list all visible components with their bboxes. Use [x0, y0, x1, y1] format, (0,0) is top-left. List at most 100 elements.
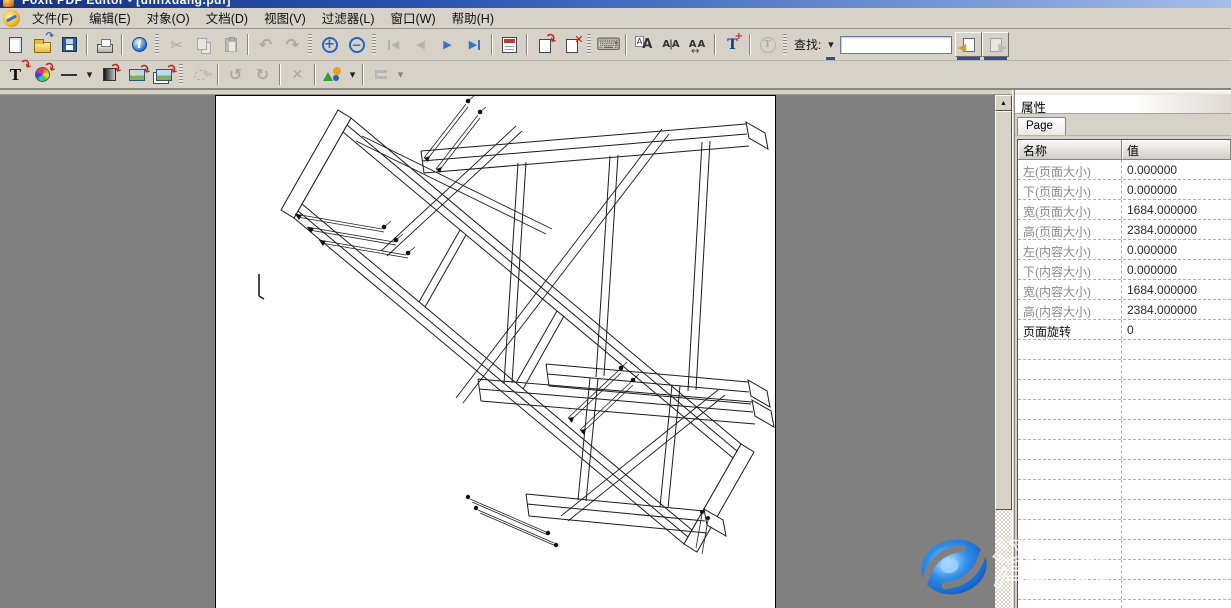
property-row-empty	[1018, 500, 1231, 520]
property-row-empty	[1018, 520, 1231, 540]
paste-button	[217, 32, 244, 57]
dropdown-arrow-button[interactable]	[346, 63, 359, 86]
menu-item-过滤器[interactable]: 过滤器(L)	[314, 10, 383, 28]
menu-item-文档[interactable]: 文档(D)	[198, 10, 256, 28]
property-value	[1122, 580, 1231, 599]
insert-page-button[interactable]	[531, 32, 558, 57]
property-value[interactable]: 0.000000	[1122, 160, 1231, 179]
clone-tool-icon	[192, 68, 208, 81]
app-logo-icon	[3, 10, 20, 27]
font-tool-button[interactable]	[630, 32, 657, 57]
next-page-button[interactable]	[434, 32, 461, 57]
property-value	[1122, 380, 1231, 399]
property-row-empty	[1018, 360, 1231, 380]
document-info-button[interactable]	[126, 32, 153, 57]
toolbar-separator	[714, 34, 716, 55]
find-dropdown-button[interactable]	[824, 32, 837, 57]
delete-page-button[interactable]	[558, 32, 585, 57]
panel-tabs: Page	[1015, 114, 1231, 136]
property-row: 下(内容大小)0.000000	[1018, 260, 1231, 280]
toolbar-grip[interactable]	[587, 34, 591, 55]
menu-item-编辑[interactable]: 编辑(E)	[81, 10, 139, 28]
menu-item-窗口[interactable]: 窗口(W)	[383, 10, 444, 28]
last-page-button[interactable]	[461, 32, 488, 57]
dropdown-arrow-icon	[825, 35, 836, 54]
scrollbar-track[interactable]	[995, 510, 1012, 608]
tab-page[interactable]: Page	[1017, 117, 1066, 135]
toolbar-grip[interactable]	[155, 34, 159, 55]
toolbar-grip[interactable]	[783, 34, 787, 55]
property-value[interactable]: 1684.000000	[1122, 280, 1231, 299]
toolbar-grip[interactable]	[308, 34, 312, 55]
keyboard-button[interactable]	[595, 32, 622, 57]
rotate-left-button	[222, 63, 249, 86]
find-input[interactable]	[840, 36, 952, 54]
find-previous-button[interactable]	[955, 32, 982, 57]
toolbar-separator	[86, 34, 88, 55]
toolbar-grip[interactable]	[372, 34, 376, 55]
column-header-name[interactable]: 名称	[1018, 140, 1122, 160]
line-width-button[interactable]	[56, 63, 83, 86]
main-area: 属性 Page 名称 值 左(页面大小)0.000000下(页面大小)0.000…	[0, 90, 1231, 608]
zoom-in-button[interactable]	[316, 32, 343, 57]
property-row: 左(内容大小)0.000000	[1018, 240, 1231, 260]
document-canvas[interactable]	[0, 90, 1012, 608]
text-circle-icon	[758, 35, 777, 54]
zoom-in-icon	[322, 37, 338, 53]
shapes-tool-button[interactable]	[319, 63, 346, 86]
menu-item-文件[interactable]: 文件(F)	[24, 10, 81, 28]
property-value[interactable]: 0.000000	[1122, 260, 1231, 279]
pdf-page[interactable]	[215, 95, 776, 608]
save-file-button[interactable]	[56, 32, 83, 57]
property-value	[1122, 500, 1231, 519]
property-value	[1122, 440, 1231, 459]
fill-style-button[interactable]	[96, 63, 123, 86]
kerning-tool-button[interactable]	[657, 32, 684, 57]
property-name: 页面旋转	[1018, 320, 1122, 339]
property-name	[1018, 520, 1122, 539]
vertical-scrollbar[interactable]	[995, 95, 1012, 608]
menu-item-帮助[interactable]: 帮助(H)	[444, 10, 502, 28]
property-row-empty	[1018, 600, 1231, 608]
property-row-empty	[1018, 540, 1231, 560]
property-row-empty	[1018, 420, 1231, 440]
property-value[interactable]: 0.000000	[1122, 240, 1231, 259]
new-file-icon	[9, 37, 22, 53]
dropdown-arrow-button[interactable]	[83, 63, 96, 86]
property-value	[1122, 340, 1231, 359]
new-file-button[interactable]	[2, 32, 29, 57]
dropdown-arrow-icon	[84, 65, 95, 84]
toolbar-separator	[247, 34, 249, 55]
property-value	[1122, 420, 1231, 439]
open-file-button[interactable]	[29, 32, 56, 57]
color-picker-button[interactable]	[29, 63, 56, 86]
toolbar-separator	[625, 34, 627, 55]
toolbar-separator	[749, 34, 751, 55]
scrollbar-thumb[interactable]	[995, 111, 1012, 510]
dropdown-arrow-button	[394, 63, 407, 86]
open-file-icon	[34, 42, 51, 53]
property-name	[1018, 440, 1122, 459]
menu-item-视图[interactable]: 视图(V)	[256, 10, 314, 28]
prev-page-icon	[411, 35, 430, 54]
zoom-out-button[interactable]	[343, 32, 370, 57]
replace-image-button[interactable]	[150, 63, 177, 86]
property-value[interactable]: 2384.000000	[1122, 220, 1231, 239]
add-text-button[interactable]	[719, 32, 746, 57]
column-header-value[interactable]: 值	[1122, 140, 1231, 160]
property-value[interactable]: 0	[1122, 320, 1231, 339]
property-value[interactable]: 0.000000	[1122, 180, 1231, 199]
property-value[interactable]: 1684.000000	[1122, 200, 1231, 219]
edit-image-button[interactable]	[123, 63, 150, 86]
line-width-icon	[61, 65, 78, 84]
print-button[interactable]	[91, 32, 118, 57]
title-bar[interactable]: Foxit PDF Editor - [unfixdang.pdf]	[0, 0, 1231, 8]
scrollbar-up-arrow[interactable]	[995, 95, 1012, 111]
menu-item-对象[interactable]: 对象(O)	[139, 10, 198, 28]
property-value	[1122, 600, 1231, 608]
spacing-tool-button[interactable]	[684, 32, 711, 57]
page-setup-button[interactable]	[496, 32, 523, 57]
text-attributes-button[interactable]	[2, 63, 29, 86]
property-name	[1018, 500, 1122, 519]
property-value[interactable]: 2384.000000	[1122, 300, 1231, 319]
